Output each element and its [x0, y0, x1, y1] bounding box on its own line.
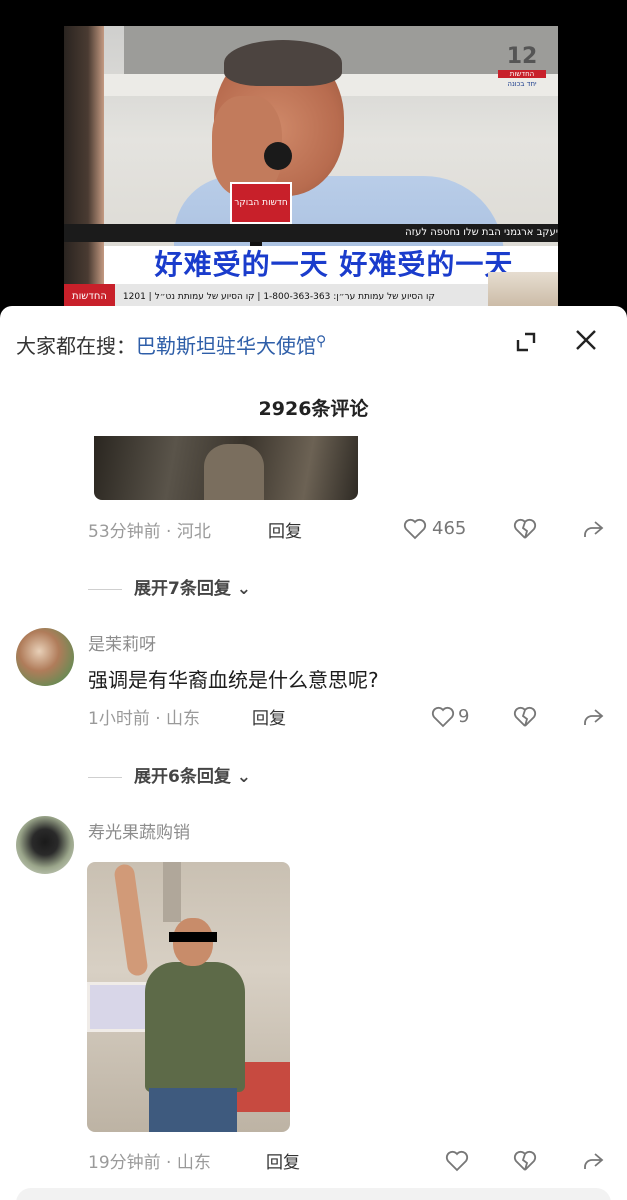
avatar[interactable]	[16, 628, 74, 686]
comment-time-location: 53分钟前 · 河北	[88, 522, 211, 542]
lower-third: יעקב ארגמני הבת שלו נחטפה לעזה	[64, 224, 558, 242]
expand-label: 展开7条回复	[134, 579, 231, 599]
microphone-label: חדשות הבוקר	[230, 182, 292, 224]
comment-input[interactable]	[16, 1188, 611, 1200]
expand-label: 展开6条回复	[134, 767, 231, 787]
reply-button[interactable]: 回复	[268, 517, 302, 542]
heart-outline-icon[interactable]	[402, 516, 428, 542]
man-hair	[224, 40, 342, 86]
comment-time-location: 19分钟前 · 山东	[88, 1153, 211, 1173]
image-rock	[204, 444, 264, 500]
expand-replies-button[interactable]: 展开7条回复 ⌄	[88, 574, 251, 599]
photo-head	[173, 918, 213, 966]
broken-heart-icon[interactable]	[512, 704, 538, 730]
channel-number: 12	[506, 44, 538, 69]
avatar[interactable]	[16, 816, 74, 874]
divider	[88, 588, 122, 590]
broken-heart-icon[interactable]	[512, 516, 538, 542]
search-icon: ⚲	[316, 333, 327, 350]
divider	[88, 776, 122, 778]
comment-image[interactable]	[94, 436, 358, 500]
video-player[interactable]: חדשות הבוקר 12 החדשות יחד בכונה יעקב ארג…	[0, 0, 627, 310]
collapse-arrow-icon[interactable]	[514, 330, 538, 354]
comment-sheet: 大家都在搜：巴勒斯坦驻华大使馆⚲ 2926条评论 53分钟前 · 河北 回复 4…	[0, 306, 627, 1200]
chevron-down-icon: ⌄	[236, 579, 252, 599]
comment-username[interactable]: 寿光果蔬购销	[88, 818, 190, 843]
photo-pillar	[163, 862, 181, 922]
reply-button[interactable]: 回复	[252, 704, 286, 729]
channel-name: החדשות	[498, 70, 546, 78]
video-frame: חדשות הבוקר 12 החדשות יחד בכונה יעקב ארג…	[64, 26, 558, 310]
comment-username[interactable]: 是茉莉呀	[88, 630, 156, 655]
trending-search[interactable]: 大家都在搜：巴勒斯坦驻华大使馆⚲	[16, 330, 326, 359]
comment-photo[interactable]	[87, 862, 290, 1132]
censor-bar	[169, 932, 217, 942]
comment-time-location: 1小时前 · 山东	[88, 709, 201, 729]
inset-picture	[488, 272, 558, 310]
share-arrow-icon[interactable]	[580, 516, 606, 542]
photo-person	[145, 962, 245, 1092]
comment-count: 2926条评论	[258, 398, 369, 420]
share-arrow-icon[interactable]	[580, 704, 606, 730]
heart-outline-icon[interactable]	[430, 704, 456, 730]
close-icon[interactable]	[572, 326, 600, 354]
search-term-link[interactable]: 巴勒斯坦驻华大使馆	[136, 334, 316, 358]
photo-jeans	[149, 1088, 237, 1132]
like-count: 9	[458, 706, 470, 727]
channel-logo: 12 החדשות יחד בכונה	[492, 46, 552, 92]
broken-heart-icon[interactable]	[512, 1148, 538, 1174]
like-count: 465	[432, 518, 467, 539]
search-prefix: 大家都在搜：	[16, 334, 136, 358]
microphone	[264, 142, 292, 170]
reply-button[interactable]: 回复	[266, 1148, 300, 1173]
share-arrow-icon[interactable]	[580, 1148, 606, 1174]
interviewer-figure	[64, 26, 104, 310]
channel-tagline: יחד בכונה	[507, 80, 537, 88]
photo-arm	[113, 863, 149, 977]
expand-replies-button[interactable]: 展开6条回复 ⌄	[88, 762, 251, 787]
chevron-down-icon: ⌄	[236, 767, 252, 787]
comment-text[interactable]: 强调是有华裔血统是什么意思呢?	[88, 664, 379, 693]
heart-outline-icon[interactable]	[444, 1148, 470, 1174]
ticker-text: 1201 | קו הסיוע של עמותת ער״ן: 1-800-363…	[122, 292, 435, 302]
